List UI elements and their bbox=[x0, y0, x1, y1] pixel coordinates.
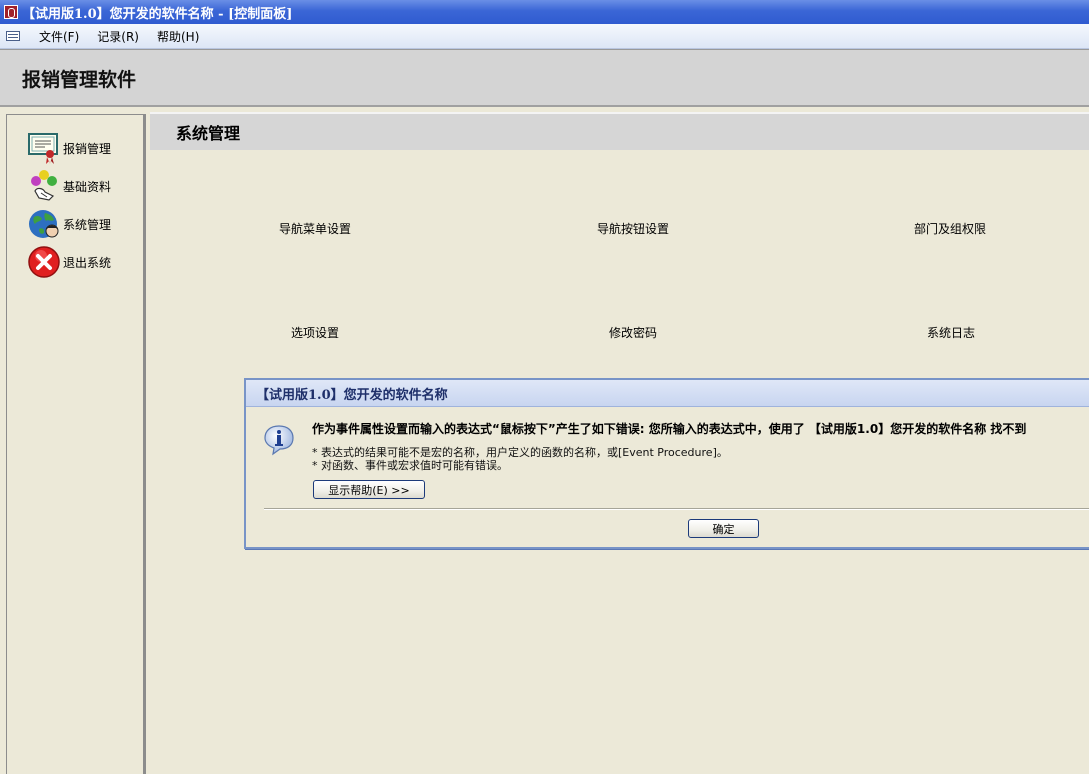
sidebar-item-basic-data[interactable]: 基础资料 bbox=[27, 169, 111, 203]
app-title: 报销管理软件 bbox=[22, 69, 137, 91]
globe-icon bbox=[27, 207, 61, 241]
sidebar-item-label: 系统管理 bbox=[63, 217, 112, 232]
form-menu-icon[interactable] bbox=[6, 31, 20, 41]
sidebar-item-system[interactable]: 系统管理 bbox=[27, 207, 111, 241]
access-app-icon[interactable] bbox=[4, 5, 18, 19]
info-icon bbox=[263, 424, 295, 456]
ok-button[interactable]: 确定 bbox=[688, 519, 759, 538]
sidebar-item-label: 报销管理 bbox=[63, 141, 112, 156]
menu-file[interactable]: 文件(F) bbox=[30, 28, 88, 45]
options-button[interactable]: 选项设置 bbox=[291, 324, 339, 341]
section-header: 系统管理 bbox=[150, 112, 1089, 150]
show-help-button[interactable]: 显示帮助(E) >> bbox=[313, 480, 425, 499]
nav-button-settings-button[interactable]: 导航按钮设置 bbox=[597, 220, 669, 237]
sidebar-item-label: 退出系统 bbox=[63, 255, 112, 270]
sidebar-item-reimbursement[interactable]: 报销管理 bbox=[27, 131, 111, 165]
molecule-icon bbox=[27, 169, 61, 203]
window-title: 【试用版1.0】您开发的软件名称 - [控制面板] bbox=[22, 6, 293, 22]
menu-help[interactable]: 帮助(H) bbox=[148, 28, 208, 45]
menu-records[interactable]: 记录(R) bbox=[88, 28, 148, 45]
dialog-message: 作为事件属性设置而输入的表达式“鼠标按下”产生了如下错误: 您所输入的表达式中，… bbox=[312, 422, 1027, 436]
dialog-title: 【试用版1.0】您开发的软件名称 bbox=[256, 387, 448, 403]
dialog-title-bar[interactable]: 【试用版1.0】您开发的软件名称 bbox=[246, 380, 1089, 407]
title-bar: 【试用版1.0】您开发的软件名称 - [控制面板] bbox=[0, 0, 1089, 24]
dialog-detail-2: * 对函数、事件或宏求值时可能有错误。 bbox=[312, 459, 508, 472]
change-password-button[interactable]: 修改密码 bbox=[609, 324, 657, 341]
system-log-button[interactable]: 系统日志 bbox=[927, 324, 975, 341]
nav-menu-settings-button[interactable]: 导航菜单设置 bbox=[279, 220, 351, 237]
sidebar-item-label: 基础资料 bbox=[63, 179, 112, 194]
department-permissions-button[interactable]: 部门及组权限 bbox=[914, 220, 986, 237]
error-dialog: 【试用版1.0】您开发的软件名称 作为事件属性设置而输入的表达式“鼠标按下”产生… bbox=[244, 378, 1089, 549]
dialog-separator bbox=[264, 508, 1089, 510]
section-title: 系统管理 bbox=[176, 124, 241, 143]
close-icon bbox=[27, 245, 61, 279]
sidebar-item-exit[interactable]: 退出系统 bbox=[27, 245, 111, 279]
form-header: 报销管理软件 bbox=[0, 49, 1089, 107]
sidebar: 报销管理 基础资料 系统管理 退出系统 bbox=[6, 114, 146, 774]
certificate-icon bbox=[27, 131, 61, 165]
menu-bar: 文件(F) 记录(R) 帮助(H) bbox=[0, 24, 1089, 49]
